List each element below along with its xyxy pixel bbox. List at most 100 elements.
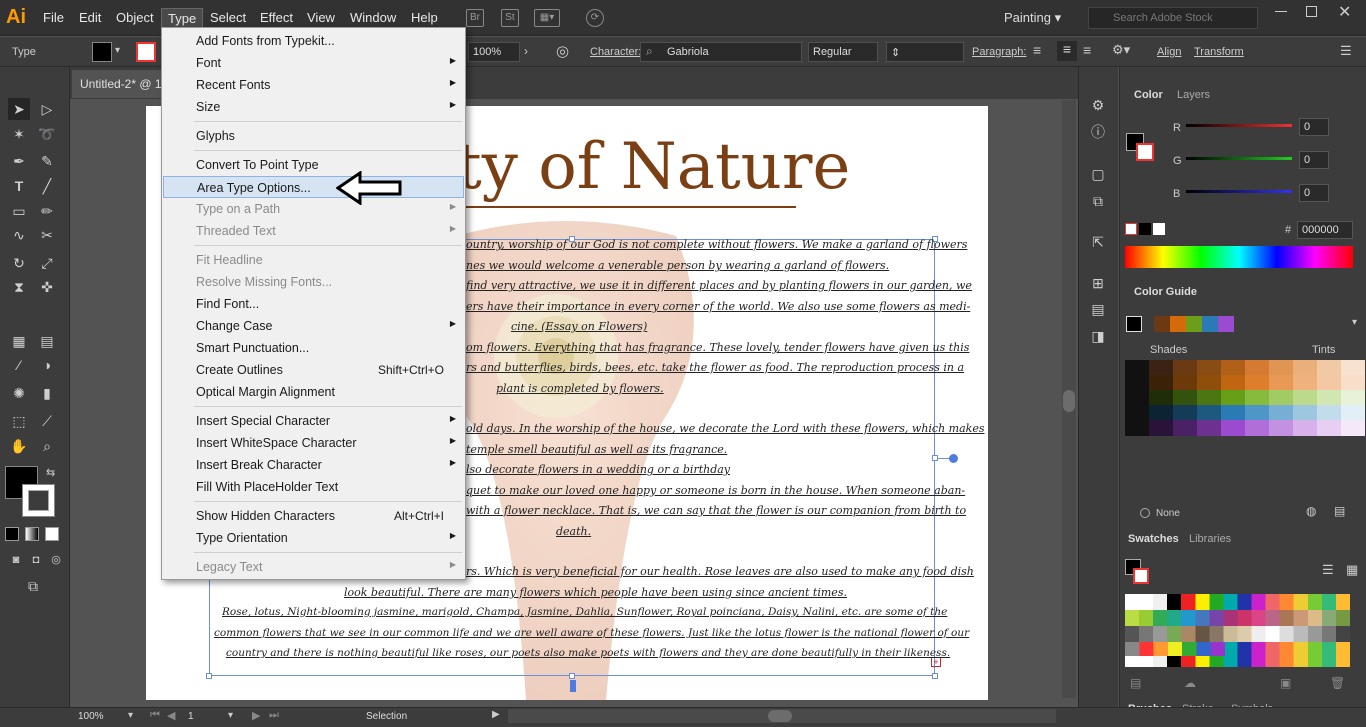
character-link[interactable]: Character: — [590, 46, 641, 58]
gpu-performance-icon[interactable]: ⟳ — [586, 9, 604, 27]
menu-item-font[interactable]: Font ▶ — [163, 52, 464, 74]
workspace-switcher[interactable]: Painting ▾ — [1004, 10, 1061, 26]
tab-libraries[interactable]: Libraries — [1189, 533, 1231, 545]
harmony-swatch[interactable] — [1186, 316, 1202, 332]
assets-icon[interactable]: ▢ — [1087, 163, 1109, 185]
tab-color-guide[interactable]: Color Guide — [1134, 286, 1197, 298]
shaper-tool-icon[interactable]: ∿ — [8, 224, 30, 246]
color-spectrum[interactable] — [1125, 246, 1353, 268]
menu-item-insert-special-character[interactable]: Insert Special Character ▶ — [163, 410, 464, 432]
menu-object[interactable]: Object — [116, 10, 154, 25]
text-threading-port[interactable] — [570, 680, 576, 692]
green-slider[interactable] — [1186, 157, 1292, 160]
selection-tool-icon[interactable]: ➤ — [8, 98, 30, 120]
magic-wand-tool-icon[interactable]: ✶ — [8, 123, 30, 145]
color-guide-row[interactable] — [1125, 375, 1365, 390]
menu-item-size[interactable]: Size ▶ — [163, 96, 464, 118]
menu-item-find-font[interactable]: Find Font... — [163, 293, 464, 315]
align-link[interactable]: Align — [1157, 46, 1181, 58]
stroke-color-box[interactable] — [22, 484, 55, 517]
menu-item-add-fonts[interactable]: Add Fonts from Typekit... — [163, 30, 464, 52]
scale-tool-icon[interactable]: ⤢ — [36, 252, 58, 274]
maximize-icon[interactable] — [1306, 6, 1317, 17]
base-color-swatch[interactable] — [1126, 316, 1142, 332]
new-swatch-icon[interactable]: ▣ — [1280, 676, 1291, 690]
menu-item-resolve-missing-fonts[interactable]: Resolve Missing Fonts... — [163, 271, 464, 293]
menu-item-insert-break-character[interactable]: Insert Break Character ▶ — [163, 454, 464, 476]
blue-slider[interactable] — [1186, 190, 1292, 193]
swap-colors-icon[interactable]: ⇆ — [46, 466, 55, 479]
type-tool-icon[interactable]: T — [8, 175, 30, 197]
vertical-scroll-thumb[interactable] — [1063, 390, 1075, 412]
column-graph-tool-icon[interactable]: ▮ — [36, 382, 58, 404]
document-tab[interactable]: Untitled-2* @ 1 — [72, 70, 164, 98]
harmony-swatch[interactable] — [1154, 316, 1170, 332]
artboard-tool-icon[interactable]: ⬚ — [8, 410, 30, 432]
menu-window[interactable]: Window — [350, 10, 396, 25]
global-edit-icon[interactable]: ⚙▾ — [1112, 42, 1130, 58]
zoom-level[interactable]: 100% — [78, 711, 104, 722]
font-style-select[interactable]: Regular — [808, 42, 878, 62]
artboard-number[interactable]: 1 — [188, 711, 194, 722]
horizontal-scroll-thumb[interactable] — [768, 710, 792, 722]
width-tool-icon[interactable]: ⧗ — [8, 276, 30, 298]
draw-normal-icon[interactable]: ◙ — [5, 549, 27, 571]
menu-item-fill-placeholder-text[interactable]: Fill With PlaceHolder Text — [163, 476, 464, 498]
harmony-swatch[interactable] — [1170, 316, 1186, 332]
color-guide-row[interactable] — [1125, 420, 1365, 436]
rotate-handle[interactable] — [949, 454, 958, 463]
arrange-documents-icon[interactable]: ▦▾ — [534, 9, 560, 27]
menu-item-insert-whitespace-character[interactable]: Insert WhiteSpace Character ▶ — [163, 432, 464, 454]
symbol-sprayer-tool-icon[interactable]: ✺ — [8, 382, 30, 404]
last-artboard-icon[interactable]: ⏭ — [269, 709, 279, 722]
chevron-down-icon[interactable]: ▾ — [1352, 317, 1357, 328]
edit-colors-icon[interactable]: ◍ — [1306, 504, 1316, 518]
swatch-row[interactable] — [1125, 642, 1225, 656]
grid-view-icon[interactable]: ▦ — [1346, 562, 1358, 578]
paragraph-link[interactable]: Paragraph: — [972, 46, 1026, 58]
blue-value-field[interactable]: 0 — [1299, 184, 1329, 202]
menu-effect[interactable]: Effect — [260, 10, 293, 25]
harmony-swatch[interactable] — [1202, 316, 1218, 332]
swatch-row[interactable] — [1125, 626, 1350, 642]
tab-layers[interactable]: Layers — [1177, 89, 1210, 101]
tab-swatches[interactable]: Swatches — [1128, 533, 1179, 545]
swatch-row[interactable] — [1125, 610, 1350, 626]
none-color-swatch[interactable] — [1125, 223, 1137, 235]
control-bar-menu-icon[interactable]: ☰ — [1340, 43, 1352, 59]
mesh-tool-icon[interactable]: ▦ — [8, 330, 30, 352]
puppet-warp-tool-icon[interactable]: ✜ — [36, 276, 58, 298]
stock-icon[interactable]: St — [501, 9, 519, 27]
chevron-down-icon[interactable]: ▾ — [128, 710, 133, 721]
swatch-libraries-icon[interactable]: ▤ — [1130, 676, 1141, 690]
gradient-tool-icon[interactable]: ▤ — [36, 330, 58, 352]
red-slider[interactable] — [1186, 124, 1292, 127]
recolor-icon[interactable]: ◎ — [556, 42, 569, 60]
menu-item-type-on-path[interactable]: Type on a Path ▶ — [163, 198, 464, 220]
direct-selection-tool-icon[interactable]: ▷ — [36, 98, 58, 120]
font-size-field[interactable]: ⇕ — [886, 42, 964, 62]
cloud-icon[interactable]: ☁ — [1184, 676, 1196, 690]
pathfinder-icon[interactable]: ◨ — [1087, 325, 1109, 347]
menu-item-area-type-options[interactable]: Area Type Options... — [163, 176, 464, 198]
zoom-tool-icon[interactable]: ⌕ — [36, 435, 58, 457]
status-menu-arrow-icon[interactable]: ▶ — [492, 709, 500, 720]
menu-select[interactable]: Select — [210, 10, 246, 25]
pen-tool-icon[interactable]: ✒ — [8, 150, 30, 172]
save-color-group-icon[interactable]: ▤ — [1334, 504, 1345, 518]
menu-item-threaded-text[interactable]: Threaded Text ▶ — [163, 220, 464, 242]
rotate-tool-icon[interactable]: ↻ — [8, 252, 30, 274]
draw-inside-icon[interactable]: ◎ — [45, 549, 67, 571]
white-color-swatch[interactable] — [1153, 223, 1165, 235]
font-family-select[interactable]: Gabriola — [640, 42, 802, 62]
hex-value-field[interactable]: 000000 — [1297, 221, 1353, 239]
menu-item-fit-headline[interactable]: Fit Headline — [163, 249, 464, 271]
stroke-swatch[interactable] — [136, 42, 156, 62]
previous-artboard-icon[interactable]: ◀ — [167, 709, 175, 722]
selection-handle[interactable] — [569, 673, 575, 679]
rectangle-tool-icon[interactable]: ▭ — [8, 200, 30, 222]
draw-behind-icon[interactable]: ◘ — [25, 549, 47, 571]
slice-tool-icon[interactable]: ⟋ — [36, 410, 58, 432]
tab-color[interactable]: Color — [1134, 89, 1163, 101]
none-mode-icon[interactable] — [45, 527, 59, 541]
